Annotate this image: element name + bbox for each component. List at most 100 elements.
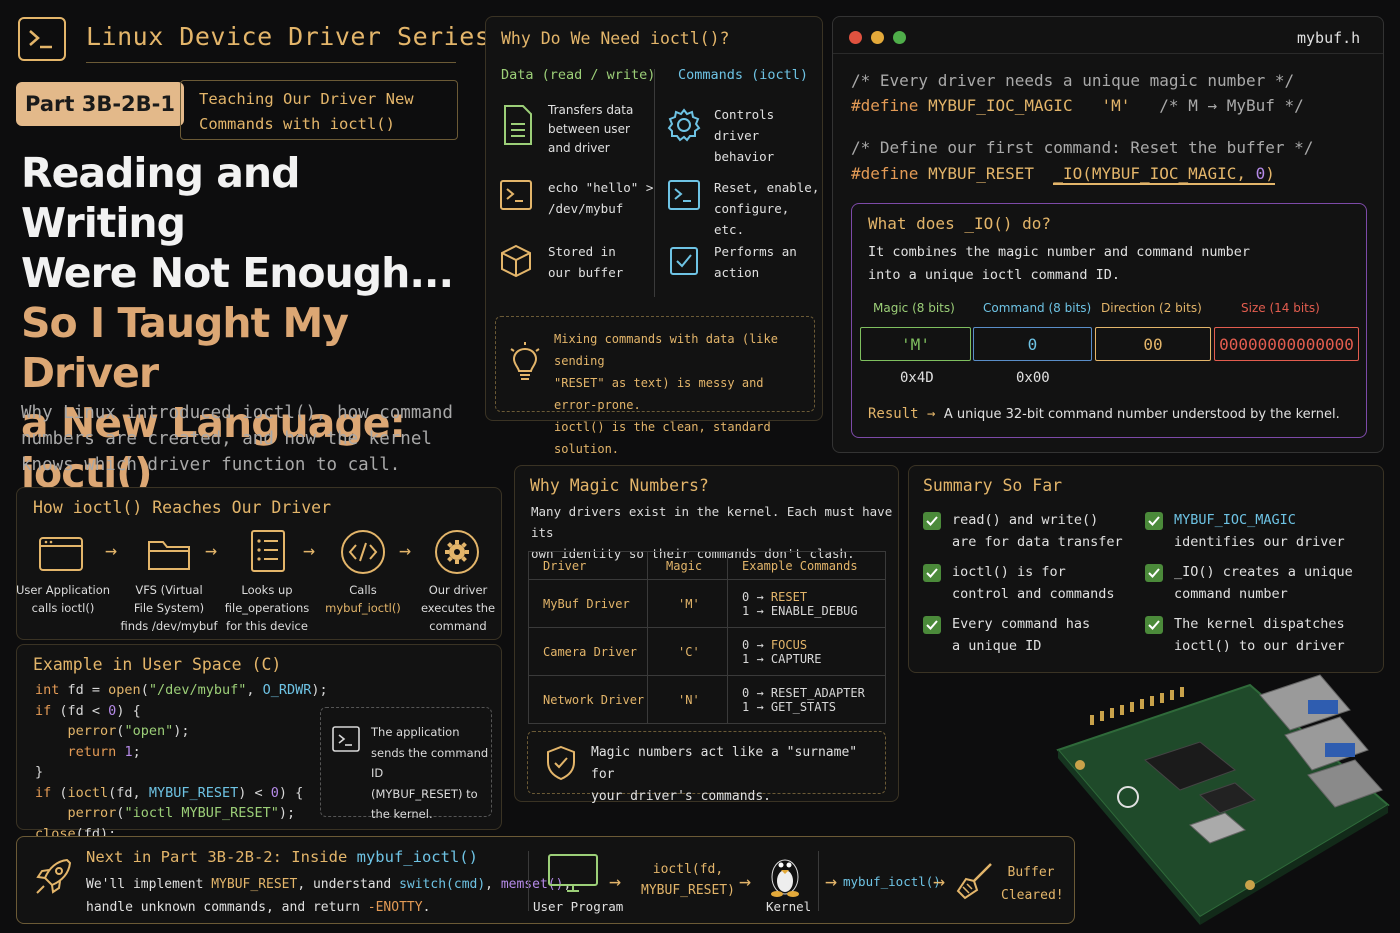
code-macro: _IO <box>1053 164 1083 183</box>
next-code: switch(cmd) <box>399 877 486 892</box>
tip-line: Mixing commands with data (like sending <box>554 332 778 368</box>
subtitle-line: knows which driver function to call. <box>21 455 401 475</box>
rocket-icon <box>31 855 75 899</box>
summary-panel: Summary So Far read() and write() are for… <box>908 465 1384 673</box>
call-line: MYBUF_RESET) <box>641 883 735 898</box>
check-icon <box>923 616 941 634</box>
divider <box>833 53 1383 54</box>
cmd-name: CAPTURE <box>770 651 822 666</box>
box-icon <box>498 243 534 279</box>
magic-bits: 'M' <box>860 327 971 361</box>
commands-cell: 0 → FOCUS 1 → CAPTURE <box>727 627 886 676</box>
need-line: configure, etc. <box>714 201 790 237</box>
code-window: mybuf.h /* Every driver needs a unique m… <box>832 16 1384 453</box>
field-label: Magic (8 bits) <box>873 301 955 315</box>
monitor-icon <box>547 853 599 895</box>
flow-step-line: Our driver <box>428 583 488 597</box>
code-line: #define MYBUF_RESET _IO(MYBUF_IOC_MAGIC,… <box>851 164 1275 185</box>
summary-line: are for data transfer <box>952 534 1123 550</box>
done-line: Cleared! <box>1001 888 1064 903</box>
need-item: Transfers data between user and driver <box>548 101 633 158</box>
table-row: Network Driver 'N' 0 → RESET_ADAPTER 1 → … <box>528 675 886 724</box>
table-header: Example Commands <box>727 551 886 580</box>
io-explain-box: What does _IO() do? It combines the magi… <box>851 203 1367 438</box>
close-dot-icon[interactable] <box>849 31 862 44</box>
next-title-func: mybuf_ioctl() <box>356 848 478 866</box>
column-header: Commands (ioctl) <box>678 67 809 83</box>
field-label: Command (8 bits) <box>983 301 1092 315</box>
arrow-icon: → <box>303 538 316 562</box>
code-args: ) <box>1265 164 1275 183</box>
note-line: the kernel. <box>371 807 433 821</box>
note-line: (MYBUF_RESET) to <box>371 786 478 801</box>
field-label: Direction (2 bits) <box>1101 301 1202 315</box>
flow-step-line: File System) <box>133 601 205 615</box>
summary-item: read() and write() are for data transfer <box>952 509 1123 553</box>
handler-label: mybuf_ioctl() <box>843 874 941 889</box>
need-line: between user <box>548 122 630 136</box>
need-panel: Why Do We Need ioctl()? Data (read / wri… <box>485 16 823 456</box>
list-icon <box>245 528 291 574</box>
next-code: MYBUF_RESET <box>211 877 298 892</box>
arrow-icon: → <box>739 869 752 893</box>
next-code: -ENOTTY <box>367 900 423 915</box>
need-line: Transfers data <box>548 103 634 117</box>
divider <box>86 62 456 63</box>
check-icon <box>1145 564 1163 582</box>
next-text: , <box>485 877 501 892</box>
column-header: Data (read / write) <box>501 67 656 83</box>
next-text: , understand <box>297 877 400 892</box>
flow-step: VFS (Virtual File System) finds /dev/mybuf <box>119 581 219 635</box>
table-header: Magic <box>647 551 728 580</box>
io-explain-title: What does _IO() do? <box>868 214 1052 233</box>
divider <box>528 851 529 911</box>
checkbox-icon <box>666 243 702 279</box>
code-icon <box>339 528 387 576</box>
cmd-name: ENABLE_DEBUG <box>770 603 858 618</box>
need-line: and driver <box>548 141 610 155</box>
summary-item: _IO() creates a unique command number <box>1174 561 1353 605</box>
summary-line: _IO() creates a unique <box>1174 564 1353 580</box>
minimize-dot-icon[interactable] <box>871 31 884 44</box>
note-text: The application sends the command ID (MY… <box>371 722 491 825</box>
shield-icon <box>544 744 578 782</box>
driver-cell: MyBuf Driver <box>528 579 648 628</box>
driver-cell: Camera Driver <box>528 627 648 676</box>
code-line: #define MYBUF_IOC_MAGIC 'M' /* M → MyBuf… <box>851 96 1304 115</box>
flow-step-line: calls ioctl() <box>31 601 95 615</box>
result-text: A unique 32-bit command number understoo… <box>943 407 1340 422</box>
cmd-number: 1 <box>742 651 750 666</box>
arrow-icon: → <box>105 538 118 562</box>
terminal-icon <box>666 177 702 213</box>
field-label: Size (14 bits) <box>1241 301 1320 315</box>
flow-step: Our driver executes the command <box>408 581 508 635</box>
arrow-icon: → <box>609 869 622 893</box>
raspberry-pi-board-image <box>1050 655 1395 925</box>
tip-line: ioctl() is the clean, standard solution. <box>554 420 771 456</box>
flow-step-line: for this device <box>226 619 308 633</box>
terminal-icon <box>498 177 534 213</box>
code-literal: 'M' <box>1101 96 1131 115</box>
summary-item: MYBUF_IOC_MAGIC identifies our driver <box>1174 509 1345 553</box>
flow-step-line: mybuf_ioctl() <box>325 601 401 615</box>
summary-line: The kernel dispatches <box>1174 616 1345 632</box>
desc-line: into a unique ioctl command ID. <box>868 267 1120 283</box>
need-item: Performs an action <box>714 241 797 283</box>
commands-cell: 0 → RESET_ADAPTER 1 → GET_STATS <box>727 675 886 724</box>
desc-line: It combines the magic number and command… <box>868 244 1251 260</box>
code-keyword: #define <box>851 164 919 183</box>
maximize-dot-icon[interactable] <box>893 31 906 44</box>
magic-table: Driver Magic Example Commands MyBuf Driv… <box>528 551 886 724</box>
terminal-icon <box>331 724 361 754</box>
flow-step-line: file_operations <box>224 601 310 615</box>
note-line: sends the command ID <box>371 745 489 781</box>
cmd-number: 1 <box>742 603 750 618</box>
magic-note-box: Magic numbers act like a "surname" for yo… <box>527 731 886 804</box>
summary-line: Every command has <box>952 616 1091 632</box>
flow-step-line: User Application <box>15 583 111 597</box>
result-label: Result <box>868 406 919 422</box>
desc-line: Many drivers exist in the kernel. Each m… <box>531 504 893 540</box>
summary-line: ioctl() to our driver <box>1174 638 1345 654</box>
summary-line: a unique ID <box>952 638 1042 654</box>
check-icon <box>1145 616 1163 634</box>
